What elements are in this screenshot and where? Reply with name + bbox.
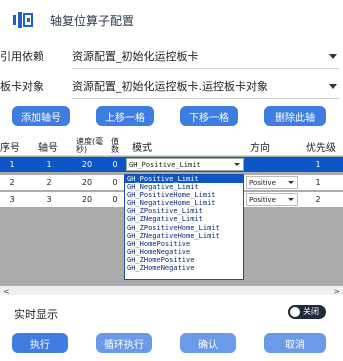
title-bar: 轴复位算子配置 xyxy=(0,0,343,38)
underline xyxy=(72,98,339,99)
underline xyxy=(72,68,339,69)
add-axis-button[interactable]: 添加轴号 xyxy=(12,106,70,126)
cell-axis: 2 xyxy=(46,178,52,187)
header-index: 序号 xyxy=(0,142,20,154)
toggle-text: 关闭 xyxy=(303,307,319,316)
mode-select-value: GH_Positive_Limit xyxy=(129,160,201,169)
cell-axis: 1 xyxy=(46,160,52,169)
move-down-button[interactable]: 下移一格 xyxy=(180,106,238,126)
direction-select-value: Positive xyxy=(249,178,276,187)
chevron-down-icon[interactable] xyxy=(288,198,294,201)
header-direction: 方向 xyxy=(250,142,270,154)
direction-select-value: Positive xyxy=(249,195,276,204)
reference-select[interactable]: 引用依赖 资源配置_初始化运控板卡 xyxy=(0,45,343,69)
direction-select[interactable]: Positive xyxy=(246,176,298,189)
mode-option[interactable]: GH_NegativeHome_Limit xyxy=(125,199,243,207)
header-accel: 值数 xyxy=(111,137,119,154)
header-mode: 模式 xyxy=(132,142,152,154)
mode-dropdown-list[interactable]: GH_Positive_Limit GH_Negative_Limit GH_P… xyxy=(124,174,244,280)
axis-config-icon xyxy=(13,12,33,28)
mode-option[interactable]: GH_ZPositiveHome_Limit xyxy=(125,224,243,232)
header-axis: 轴号 xyxy=(38,142,58,154)
mode-option[interactable]: GH_ZPositive_Limit xyxy=(125,207,243,215)
cell-priority: 2 xyxy=(315,195,321,204)
cell-speed: 20 xyxy=(81,160,93,169)
header-priority: 优先级 xyxy=(306,142,336,154)
direction-select[interactable]: Positive xyxy=(246,193,298,206)
cell-accel: 0 xyxy=(112,160,118,169)
reference-label: 引用依赖 xyxy=(0,50,44,63)
cell-index: 3 xyxy=(9,195,15,204)
cell-axis: 3 xyxy=(46,195,52,204)
table-header: 序号 轴号 速度(毫秒) 值数 模式 方向 优先级 xyxy=(0,136,343,156)
mode-option[interactable]: GH_ZNegativeHome_Limit xyxy=(125,232,243,240)
cell-accel: 0 xyxy=(112,195,118,204)
scroll-right-icon[interactable]: > xyxy=(333,287,340,296)
mode-option[interactable]: GH_ZHomePositive xyxy=(125,256,243,264)
mode-option[interactable]: GH_Negative_Limit xyxy=(125,183,243,191)
card-value: 资源配置_初始化运控板卡.运控板卡对象 xyxy=(72,80,268,93)
mode-option[interactable]: GH_ZNegative_Limit xyxy=(125,215,243,223)
cell-priority: 1 xyxy=(315,160,321,169)
chevron-down-icon[interactable] xyxy=(234,163,240,166)
chevron-down-icon[interactable] xyxy=(288,181,294,184)
mode-option[interactable]: GH_ZHomeNegative xyxy=(125,264,243,272)
cell-priority: 1 xyxy=(315,178,321,187)
mode-option[interactable]: GH_PositiveHome_Limit xyxy=(125,191,243,199)
mode-select[interactable]: GH_Positive_Limit xyxy=(126,158,244,171)
direction-select[interactable] xyxy=(246,158,298,171)
toggle-knob xyxy=(290,307,300,317)
cell-index: 1 xyxy=(9,160,15,169)
realtime-label: 实时显示 xyxy=(14,308,58,321)
header-speed: 速度(毫秒) xyxy=(76,137,104,154)
cell-speed: 20 xyxy=(81,178,93,187)
realtime-toggle[interactable]: 关闭 xyxy=(288,305,326,319)
mode-option[interactable]: GH_HomePositive xyxy=(125,240,243,248)
chevron-down-icon[interactable] xyxy=(329,83,337,89)
delete-axis-button[interactable]: 删除此轴 xyxy=(264,106,326,126)
reference-value: 资源配置_初始化运控板卡 xyxy=(72,50,199,63)
chevron-down-icon[interactable] xyxy=(329,53,337,59)
page-title: 轴复位算子配置 xyxy=(50,14,135,28)
execute-button[interactable]: 执行 xyxy=(12,333,68,353)
mode-option[interactable]: GH_HomeNegative xyxy=(125,248,243,256)
cancel-button[interactable]: 取消 xyxy=(264,333,326,353)
card-object-select[interactable]: 板卡对象 资源配置_初始化运控板卡.运控板卡对象 xyxy=(0,75,343,99)
scroll-left-icon[interactable]: < xyxy=(3,287,10,296)
confirm-button[interactable]: 确认 xyxy=(180,333,236,353)
horizontal-scrollbar[interactable]: < > xyxy=(0,286,343,296)
card-label: 板卡对象 xyxy=(0,80,44,93)
cell-accel: 0 xyxy=(112,178,118,187)
move-up-button[interactable]: 上移一格 xyxy=(96,106,154,126)
cell-speed: 20 xyxy=(81,195,93,204)
loop-execute-button[interactable]: 循环执行 xyxy=(96,333,152,353)
mode-option[interactable]: GH_Positive_Limit xyxy=(125,175,243,184)
cell-index: 2 xyxy=(9,178,15,187)
